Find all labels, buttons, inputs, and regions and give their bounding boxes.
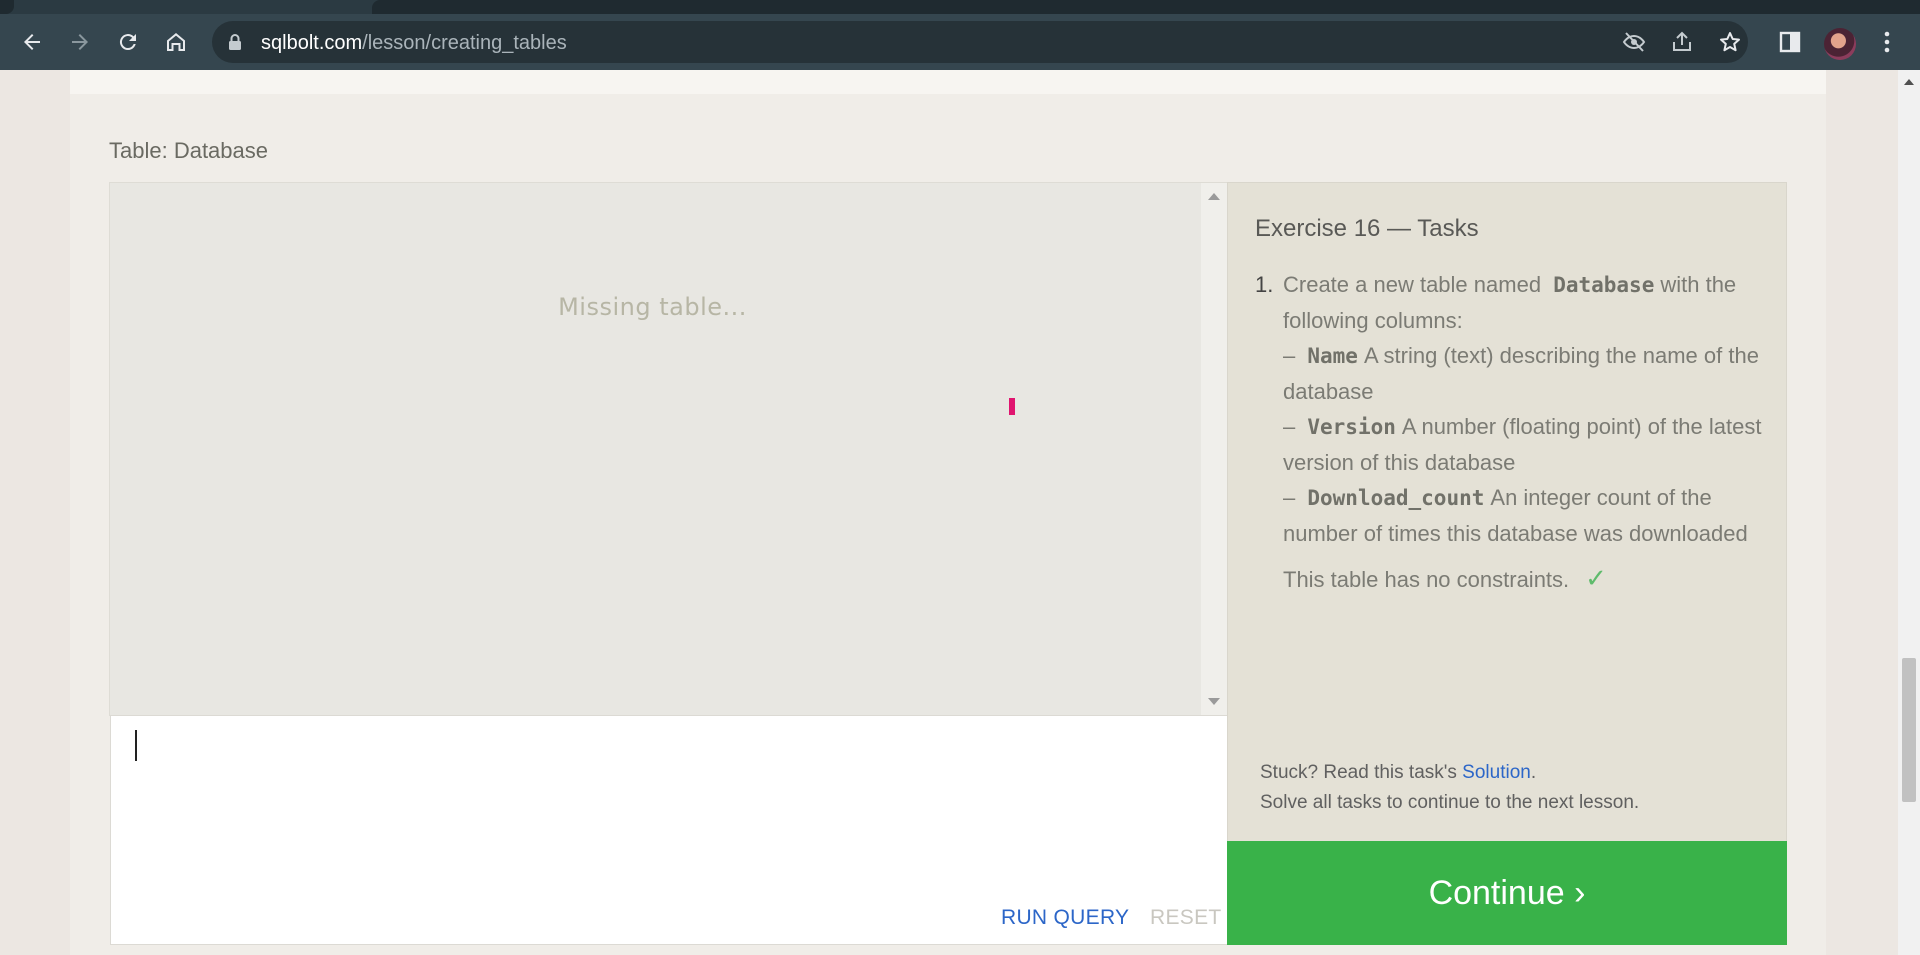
lock-icon[interactable] xyxy=(228,33,242,56)
solution-link[interactable]: Solution xyxy=(1462,762,1531,783)
task-intro-before: Create a new table named xyxy=(1283,272,1542,297)
reload-icon[interactable] xyxy=(110,24,146,60)
mouse-cursor-marker xyxy=(1009,398,1015,415)
url-text[interactable]: sqlbolt.com/lesson/creating_tables xyxy=(261,32,567,55)
solve-all-text: Solve all tasks to continue to the next … xyxy=(1260,792,1640,813)
results-placeholder: Missing table... xyxy=(558,293,747,321)
forward-icon[interactable] xyxy=(62,24,98,60)
task-list: 1. Create a new table named Database with… xyxy=(1255,267,1770,597)
scrollbar-thumb[interactable] xyxy=(1902,658,1916,802)
results-pane: Missing table... xyxy=(109,182,1228,716)
side-panel-icon[interactable] xyxy=(1778,30,1802,54)
check-icon: ✓ xyxy=(1585,563,1607,593)
tab-strip xyxy=(0,0,1920,14)
tab-strip-right xyxy=(372,0,1920,14)
tab-strip-left xyxy=(0,0,14,14)
home-icon[interactable] xyxy=(158,24,194,60)
sql-editor[interactable]: RUN QUERY RESET xyxy=(110,715,1228,945)
scroll-down-icon[interactable] xyxy=(1208,698,1220,705)
run-query-button[interactable]: RUN QUERY xyxy=(1001,906,1129,930)
table-label: Table: Database xyxy=(109,138,268,163)
period: . xyxy=(1530,762,1537,783)
task-body: Create a new table named Database with th… xyxy=(1283,267,1770,551)
scroll-up-icon[interactable] xyxy=(1904,79,1914,85)
continue-button[interactable]: Continue › xyxy=(1227,841,1787,945)
star-icon[interactable] xyxy=(1718,30,1742,54)
text-caret xyxy=(135,730,137,761)
table-name-code: Database xyxy=(1553,273,1655,297)
help-text: Stuck? Read this task's Solution. Solve … xyxy=(1260,758,1639,818)
back-icon[interactable] xyxy=(14,24,50,60)
page-scrollbar[interactable] xyxy=(1898,70,1920,955)
lesson-content: Table: Database Missing table... RUN QUE… xyxy=(70,70,1826,955)
url-host: sqlbolt.com xyxy=(261,32,363,54)
tasks-panel: Exercise 16 — Tasks 1. Create a new tabl… xyxy=(1227,182,1787,842)
browser-toolbar: sqlbolt.com/lesson/creating_tables xyxy=(0,14,1920,70)
reset-button[interactable]: RESET xyxy=(1150,906,1222,930)
top-band xyxy=(70,70,1826,94)
column-dash: – xyxy=(1283,414,1296,439)
tasks-title: Exercise 16 — Tasks xyxy=(1255,215,1479,242)
share-icon[interactable] xyxy=(1670,30,1694,54)
address-bar[interactable]: sqlbolt.com/lesson/creating_tables xyxy=(212,21,1748,63)
column-name: Version xyxy=(1307,415,1396,439)
constraints-note-row: This table has no constraints. ✓ xyxy=(1283,561,1770,597)
menu-icon[interactable] xyxy=(1875,30,1899,54)
constraints-note: This table has no constraints. xyxy=(1283,567,1570,592)
avatar[interactable] xyxy=(1824,28,1856,60)
eye-off-icon[interactable] xyxy=(1622,30,1646,54)
column-dash: – xyxy=(1283,485,1296,510)
stuck-text: Stuck? Read this task's xyxy=(1260,762,1457,783)
results-scrollbar[interactable] xyxy=(1201,183,1227,715)
column-name: Name xyxy=(1307,344,1358,368)
task-number: 1. xyxy=(1255,272,1274,297)
page-viewport: Table: Database Missing table... RUN QUE… xyxy=(0,70,1898,955)
column-name: Download_count xyxy=(1307,486,1485,510)
url-path: /lesson/creating_tables xyxy=(362,32,567,54)
scroll-up-icon[interactable] xyxy=(1208,193,1220,200)
column-dash: – xyxy=(1283,343,1296,368)
